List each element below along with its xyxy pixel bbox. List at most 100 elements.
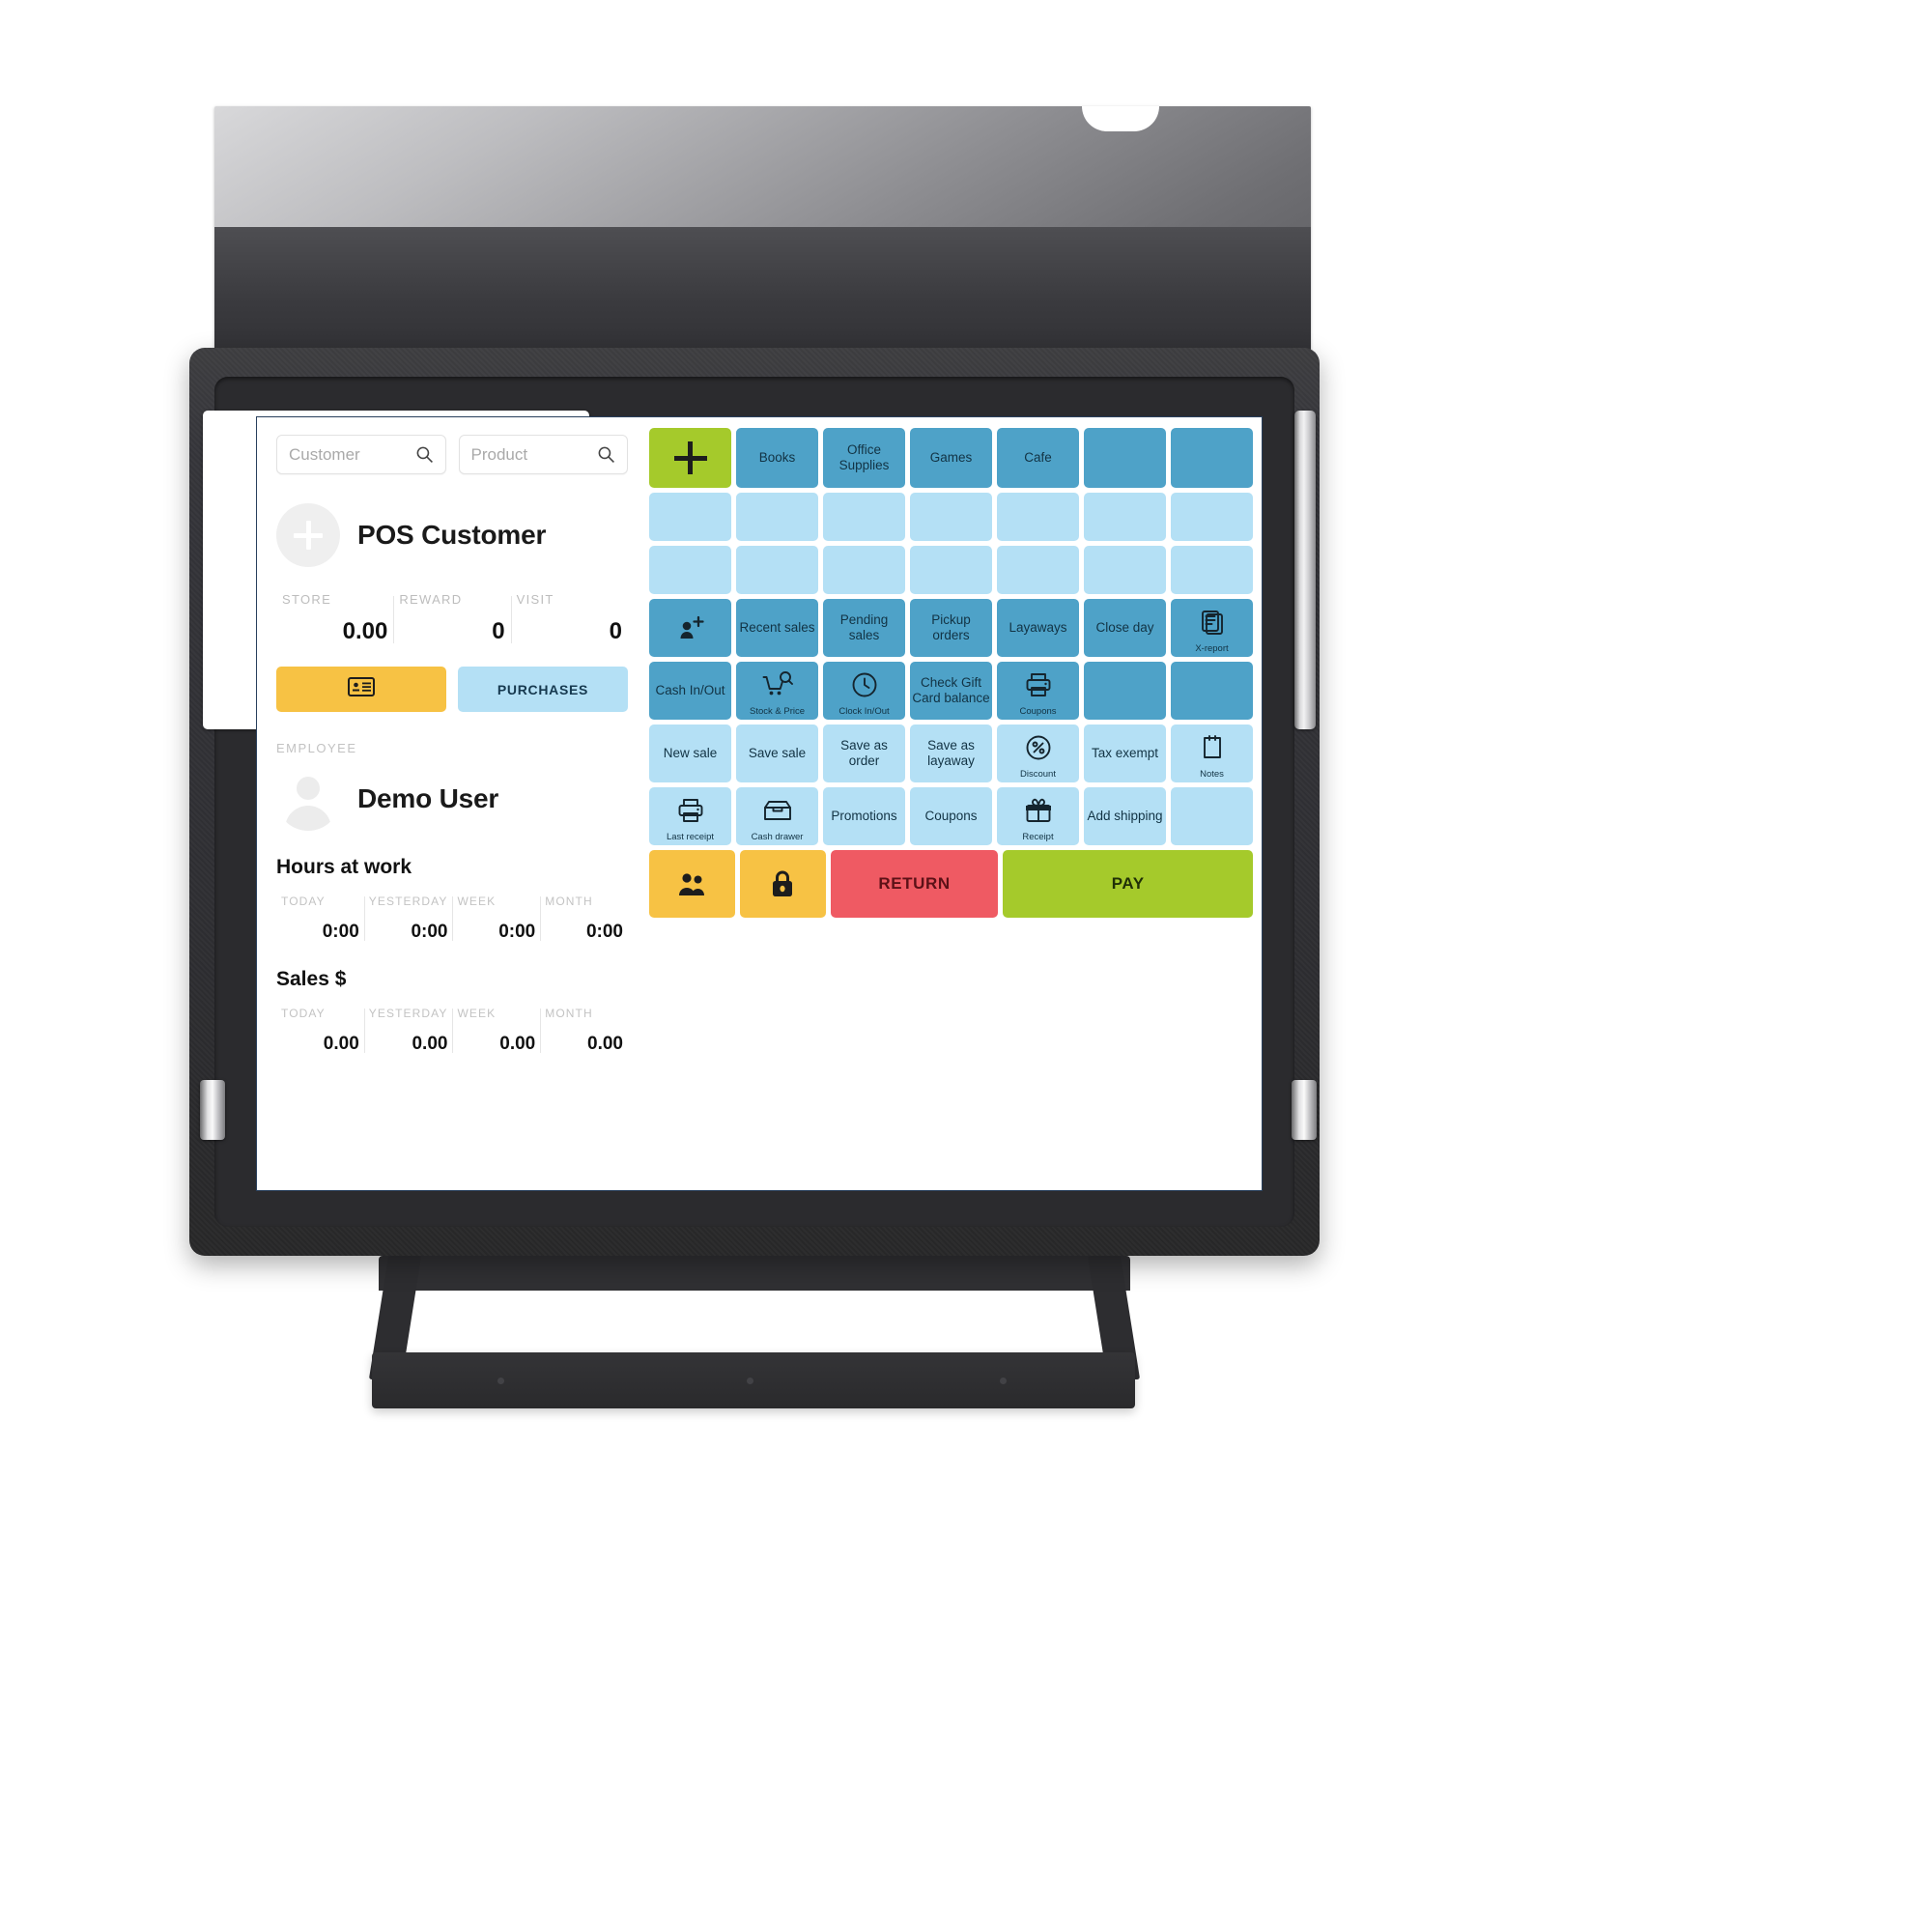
- tile-close-day[interactable]: Close day: [1084, 599, 1166, 657]
- tile-add-shipping[interactable]: Add shipping: [1084, 787, 1166, 845]
- privacy-filter-handle-right[interactable]: [1294, 411, 1316, 729]
- privacy-filter-lower: [214, 227, 1311, 355]
- tile-empty-0-5[interactable]: [1084, 428, 1166, 488]
- tile-label: Cafe: [1024, 450, 1052, 466]
- plus-icon: [673, 441, 707, 474]
- tile-sublabel: Coupons: [1019, 705, 1057, 717]
- tile-tax-exempt[interactable]: Tax exempt: [1084, 724, 1166, 782]
- gift-icon: [1025, 797, 1052, 824]
- tile-empty-0-0[interactable]: [649, 428, 731, 488]
- tile-save-sale[interactable]: Save sale: [736, 724, 818, 782]
- tile-label: Save as layaway: [927, 738, 975, 768]
- tile-sublabel: Cash drawer: [751, 831, 804, 842]
- tile-sublabel: Last receipt: [666, 831, 715, 842]
- id-card-icon: [348, 677, 375, 701]
- tile-office-supplies[interactable]: Office Supplies: [823, 428, 905, 488]
- tile-empty-2-2[interactable]: [823, 546, 905, 594]
- tile-stock-price[interactable]: Stock & Price: [736, 662, 818, 720]
- sales-values: TODAY 0.00 YESTERDAY 0.00 WEEK 0.00 MONT…: [276, 1007, 628, 1055]
- tile-pending-sales[interactable]: Pending sales: [823, 599, 905, 657]
- action-users[interactable]: [649, 850, 735, 918]
- tile-promotions[interactable]: Promotions: [823, 787, 905, 845]
- customer-id-card-button[interactable]: [276, 667, 446, 712]
- stat-value: 0.00: [342, 618, 388, 644]
- customer-search-input[interactable]: Customer: [276, 435, 446, 474]
- tile-coupons[interactable]: Coupons: [910, 787, 992, 845]
- tile-books[interactable]: Books: [736, 428, 818, 488]
- tile-cash-drawer[interactable]: Cash drawer: [736, 787, 818, 845]
- percent-icon: [1025, 734, 1052, 761]
- monitor-stand-top: [379, 1256, 1130, 1291]
- action-lock[interactable]: [739, 850, 826, 918]
- tile-layaways[interactable]: Layaways: [997, 599, 1079, 657]
- privacy-filter-clip-left[interactable]: [200, 1080, 225, 1140]
- tile-label: Save sale: [748, 746, 807, 761]
- tile-games[interactable]: Games: [910, 428, 992, 488]
- tile-empty-3-0[interactable]: [649, 599, 731, 657]
- tile-cash-in-out[interactable]: Cash In/Out: [649, 662, 731, 720]
- search-icon: [415, 445, 434, 464]
- purchases-button[interactable]: PURCHASES: [458, 667, 628, 712]
- notes-icon: [1201, 734, 1224, 761]
- tile-label: Check Gift Card balance: [912, 675, 990, 705]
- tile-empty-6-6[interactable]: [1171, 787, 1253, 845]
- product-search-input[interactable]: Product: [458, 435, 628, 474]
- tile-empty-1-6[interactable]: [1171, 493, 1253, 541]
- tile-empty-1-5[interactable]: [1084, 493, 1166, 541]
- tile-empty-1-3[interactable]: [910, 493, 992, 541]
- tile-label: Save as order: [840, 738, 888, 768]
- tile-label: Close day: [1095, 620, 1154, 636]
- tile-empty-1-4[interactable]: [997, 493, 1079, 541]
- tile-save-as-order[interactable]: Save as order: [823, 724, 905, 782]
- tile-row: Cash In/Out Stock & Price Clock In/Out Chec…: [649, 662, 1253, 720]
- tile-label: Layaways: [1009, 620, 1067, 636]
- tile-empty-2-6[interactable]: [1171, 546, 1253, 594]
- tile-coupons[interactable]: Coupons: [997, 662, 1079, 720]
- plus-circle-icon[interactable]: [276, 503, 340, 567]
- tile-empty-0-6[interactable]: [1171, 428, 1253, 488]
- tile-receipt[interactable]: Receipt: [997, 787, 1079, 845]
- employee-header[interactable]: Demo User: [276, 767, 628, 831]
- tile-empty-1-0[interactable]: [649, 493, 731, 541]
- tile-label: Add shipping: [1087, 809, 1163, 824]
- tile-label: Tax exempt: [1091, 746, 1159, 761]
- tile-row: [649, 546, 1253, 594]
- tile-pickup-orders[interactable]: Pickup orders: [910, 599, 992, 657]
- tile-recent-sales[interactable]: Recent sales: [736, 599, 818, 657]
- tile-cafe[interactable]: Cafe: [997, 428, 1079, 488]
- tile-row: New sale Save sale Save as order Save as la…: [649, 724, 1253, 782]
- tile-sublabel: Discount: [1020, 768, 1056, 780]
- tile-discount[interactable]: Discount: [997, 724, 1079, 782]
- stat-label: REWARD: [399, 592, 463, 607]
- stat-value: 0: [492, 618, 505, 644]
- action-pay[interactable]: PAY: [1003, 850, 1254, 918]
- tile-clock-in-out[interactable]: Clock In/Out: [823, 662, 905, 720]
- tile-empty-4-6[interactable]: [1171, 662, 1253, 720]
- tile-row: Books Office Supplies Games Cafe: [649, 428, 1253, 488]
- sales-today: TODAY 0.00: [281, 1007, 359, 1054]
- tile-label: Recent sales: [739, 620, 815, 636]
- tile-empty-2-5[interactable]: [1084, 546, 1166, 594]
- stat-label: STORE: [282, 592, 332, 607]
- tile-last-receipt[interactable]: Last receipt: [649, 787, 731, 845]
- customer-stats: STORE 0.00 REWARD 0 VISIT 0: [276, 592, 628, 645]
- tile-empty-2-4[interactable]: [997, 546, 1079, 594]
- tile-x-report[interactable]: X-report: [1171, 599, 1253, 657]
- tile-empty-1-2[interactable]: [823, 493, 905, 541]
- tile-row: Recent sales Pending sales Pickup orders La…: [649, 599, 1253, 657]
- employee-name: Demo User: [357, 783, 499, 813]
- action-return[interactable]: RETURN: [830, 850, 999, 918]
- customer-header[interactable]: POS Customer: [276, 503, 628, 567]
- tile-notes[interactable]: Notes: [1171, 724, 1253, 782]
- tile-new-sale[interactable]: New sale: [649, 724, 731, 782]
- tile-save-as-layaway[interactable]: Save as layaway: [910, 724, 992, 782]
- tile-empty-2-3[interactable]: [910, 546, 992, 594]
- privacy-filter-clip-right[interactable]: [1292, 1080, 1317, 1140]
- stat-visit: VISIT 0: [510, 592, 628, 645]
- tile-empty-2-0[interactable]: [649, 546, 731, 594]
- tile-empty-1-1[interactable]: [736, 493, 818, 541]
- customer-search-placeholder: Customer: [289, 444, 360, 464]
- tile-empty-2-1[interactable]: [736, 546, 818, 594]
- tile-check-gift-card-balance[interactable]: Check Gift Card balance: [910, 662, 992, 720]
- tile-empty-4-5[interactable]: [1084, 662, 1166, 720]
